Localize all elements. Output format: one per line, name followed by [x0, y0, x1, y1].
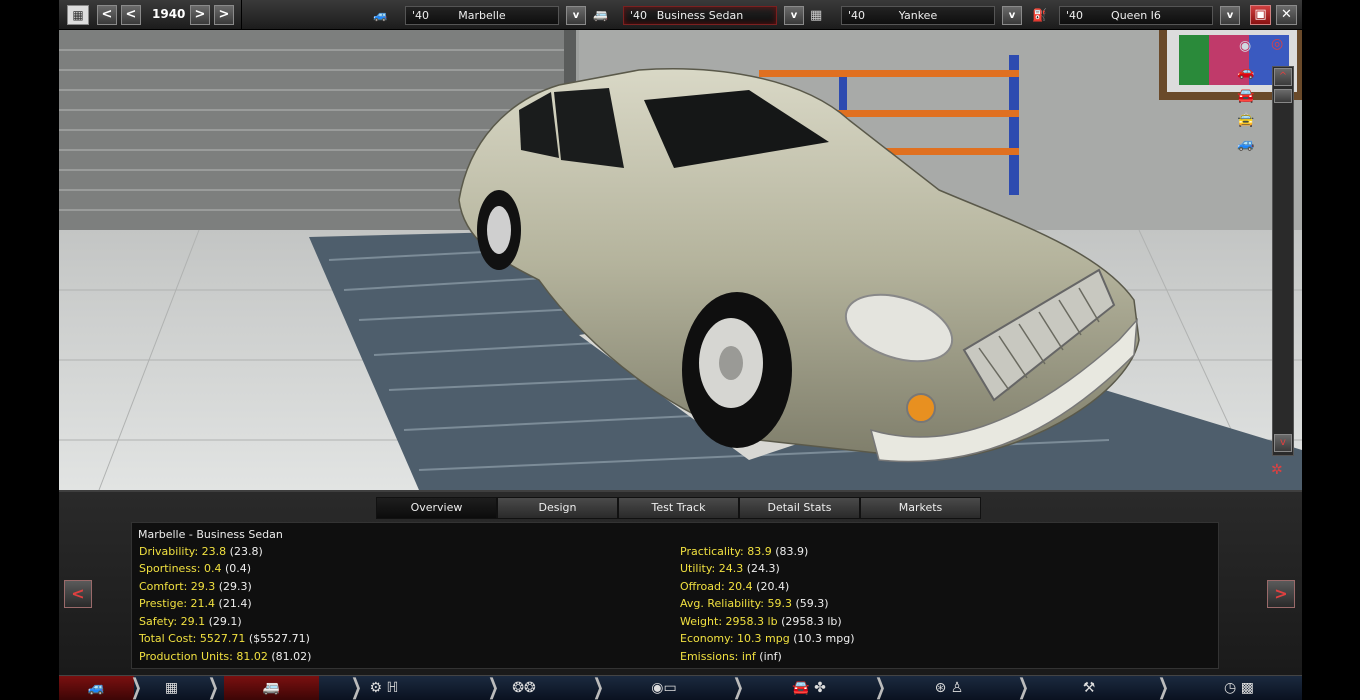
- trim-name: Business Sedan: [656, 9, 744, 22]
- model-step-icon[interactable]: 🚙: [59, 676, 134, 700]
- year-next-button[interactable]: >: [190, 5, 210, 25]
- left-border: [0, 0, 59, 700]
- chevron-right-icon: ❯: [732, 675, 744, 700]
- stat-safety: Safety: 29.1 (29.1): [139, 615, 242, 628]
- view-car-front-icon[interactable]: 🚗: [1237, 64, 1254, 80]
- model-select[interactable]: '40 Marbelle: [405, 6, 559, 25]
- chassis-select[interactable]: '40 Yankee: [841, 6, 995, 25]
- model-name: Marbelle: [458, 9, 506, 22]
- engine-dropdown-button[interactable]: v: [1220, 6, 1240, 25]
- view-car-top-icon[interactable]: 🚖: [1237, 112, 1254, 128]
- tab-design[interactable]: Design: [497, 497, 618, 519]
- tab-overview[interactable]: Overview: [376, 497, 497, 519]
- stat-prestige: Prestige: 21.4 (21.4): [139, 597, 252, 610]
- stat-production-units: Production Units: 81.02 (81.02): [139, 650, 312, 663]
- suspension-step-icon[interactable]: ⚒: [1074, 676, 1104, 700]
- trim-dropdown-button[interactable]: v: [784, 6, 804, 25]
- brakes-step-icon[interactable]: ◉▭: [634, 676, 694, 700]
- trim-icon: 🚐: [593, 8, 608, 22]
- view-car-rear-icon[interactable]: 🚙: [1237, 136, 1254, 152]
- model-dropdown-button[interactable]: v: [566, 6, 586, 25]
- view-car-side-icon[interactable]: 🚘: [1237, 88, 1254, 104]
- calendar-icon[interactable]: ▦: [67, 5, 89, 25]
- engine-select[interactable]: '40 Queen I6: [1059, 6, 1213, 25]
- stat-practicality: Practicality: 83.9 (83.9): [680, 545, 809, 558]
- stat-drivability: Drivability: 23.8 (23.8): [139, 545, 263, 558]
- workflow-toolbar: 🚙 ❯ ▦ ❯ 🚐 ❯ ⚙ ℍ ❯ ❂❂ ❯ ◉▭ ❯ 🚘 ✤ ❯ ⊛ ♙ ❯ …: [59, 675, 1302, 700]
- trim-step-icon[interactable]: 🚐: [224, 676, 319, 700]
- stat-avg-reliability: Avg. Reliability: 59.3 (59.3): [680, 597, 829, 610]
- zoom-scrollbar[interactable]: ^ v: [1272, 66, 1294, 456]
- panel-next-button[interactable]: >: [1267, 580, 1295, 608]
- scroll-up-button[interactable]: ^: [1274, 68, 1292, 86]
- panel-prev-button[interactable]: <: [64, 580, 92, 608]
- tab-test-track[interactable]: Test Track: [618, 497, 739, 519]
- car-3d-viewport[interactable]: ◉ ◎ 🚗 🚘 🚖 🚙 ✲: [59, 30, 1302, 490]
- close-button[interactable]: ✕: [1276, 5, 1297, 25]
- chevron-right-icon: ❯: [1017, 675, 1029, 700]
- stat-offroad: Offroad: 20.4 (20.4): [680, 580, 790, 593]
- engine-icon: ⛽: [1032, 8, 1047, 22]
- scroll-down-button[interactable]: v: [1274, 434, 1292, 452]
- info-panel: Overview Design Test Track Detail Stats …: [59, 490, 1302, 675]
- save-icon[interactable]: ▣: [1250, 5, 1271, 25]
- tab-markets[interactable]: Markets: [860, 497, 981, 519]
- scroll-thumb[interactable]: [1274, 89, 1292, 103]
- wheels-step-icon[interactable]: ❂❂: [499, 676, 549, 700]
- tab-detail-stats[interactable]: Detail Stats: [739, 497, 860, 519]
- stat-economy: Economy: 10.3 mpg (10.3 mpg): [680, 632, 855, 645]
- chevron-right-icon: ❯: [874, 675, 886, 700]
- trim-select[interactable]: '40 Business Sedan: [623, 6, 777, 25]
- interior-step-icon[interactable]: ⊛ ♙: [919, 676, 979, 700]
- chassis-icon: ▦: [810, 8, 823, 23]
- year-label: 1940: [152, 7, 186, 21]
- stat-utility: Utility: 24.3 (24.3): [680, 562, 780, 575]
- reset-view-icon[interactable]: ✲: [1271, 462, 1283, 478]
- car-model-icon: 🚙: [373, 8, 388, 22]
- top-toolbar: ▦ < < 1940 > > 🚙 '40 Marbelle v 🚐 '40 Bu…: [59, 0, 1302, 30]
- tab-bar: Overview Design Test Track Detail Stats …: [376, 497, 981, 519]
- chassis-name: Yankee: [898, 9, 938, 22]
- overview-stats: Marbelle - Business Sedan Drivability: 2…: [131, 522, 1219, 669]
- stat-comfort: Comfort: 29.3 (29.3): [139, 580, 252, 593]
- garage-scene: [59, 30, 1302, 490]
- chevron-right-icon: ❯: [487, 675, 499, 700]
- year-next-far-button[interactable]: >: [214, 5, 234, 25]
- chassis-step-icon[interactable]: ▦: [139, 676, 204, 700]
- chevron-right-icon: ❯: [592, 675, 604, 700]
- engine-name: Queen I6: [1111, 9, 1161, 22]
- stat-weight: Weight: 2958.3 lb (2958.3 lb): [680, 615, 842, 628]
- stat-emissions: Emissions: inf (inf): [680, 650, 782, 663]
- right-border: [1302, 0, 1360, 700]
- chassis-dropdown-button[interactable]: v: [1002, 6, 1022, 25]
- year-prev-button[interactable]: <: [121, 5, 141, 25]
- car-title: Marbelle - Business Sedan: [138, 528, 283, 541]
- finish-flag-icon[interactable]: ◷ ▩: [1204, 676, 1274, 700]
- year-prev-far-button[interactable]: <: [97, 5, 117, 25]
- camera-icon[interactable]: ◉: [1239, 38, 1251, 54]
- engine-step-icon[interactable]: ⚙ ℍ: [354, 676, 414, 700]
- chevron-right-icon: ❯: [207, 675, 219, 700]
- stat-sportiness: Sportiness: 0.4 (0.4): [139, 562, 252, 575]
- stat-total-cost: Total Cost: 5527.71 ($5527.71): [139, 632, 310, 645]
- body-step-icon[interactable]: 🚘 ✤: [759, 676, 859, 700]
- divider: [241, 0, 242, 30]
- eye-icon[interactable]: ◎: [1271, 36, 1283, 52]
- chevron-right-icon: ❯: [1157, 675, 1169, 700]
